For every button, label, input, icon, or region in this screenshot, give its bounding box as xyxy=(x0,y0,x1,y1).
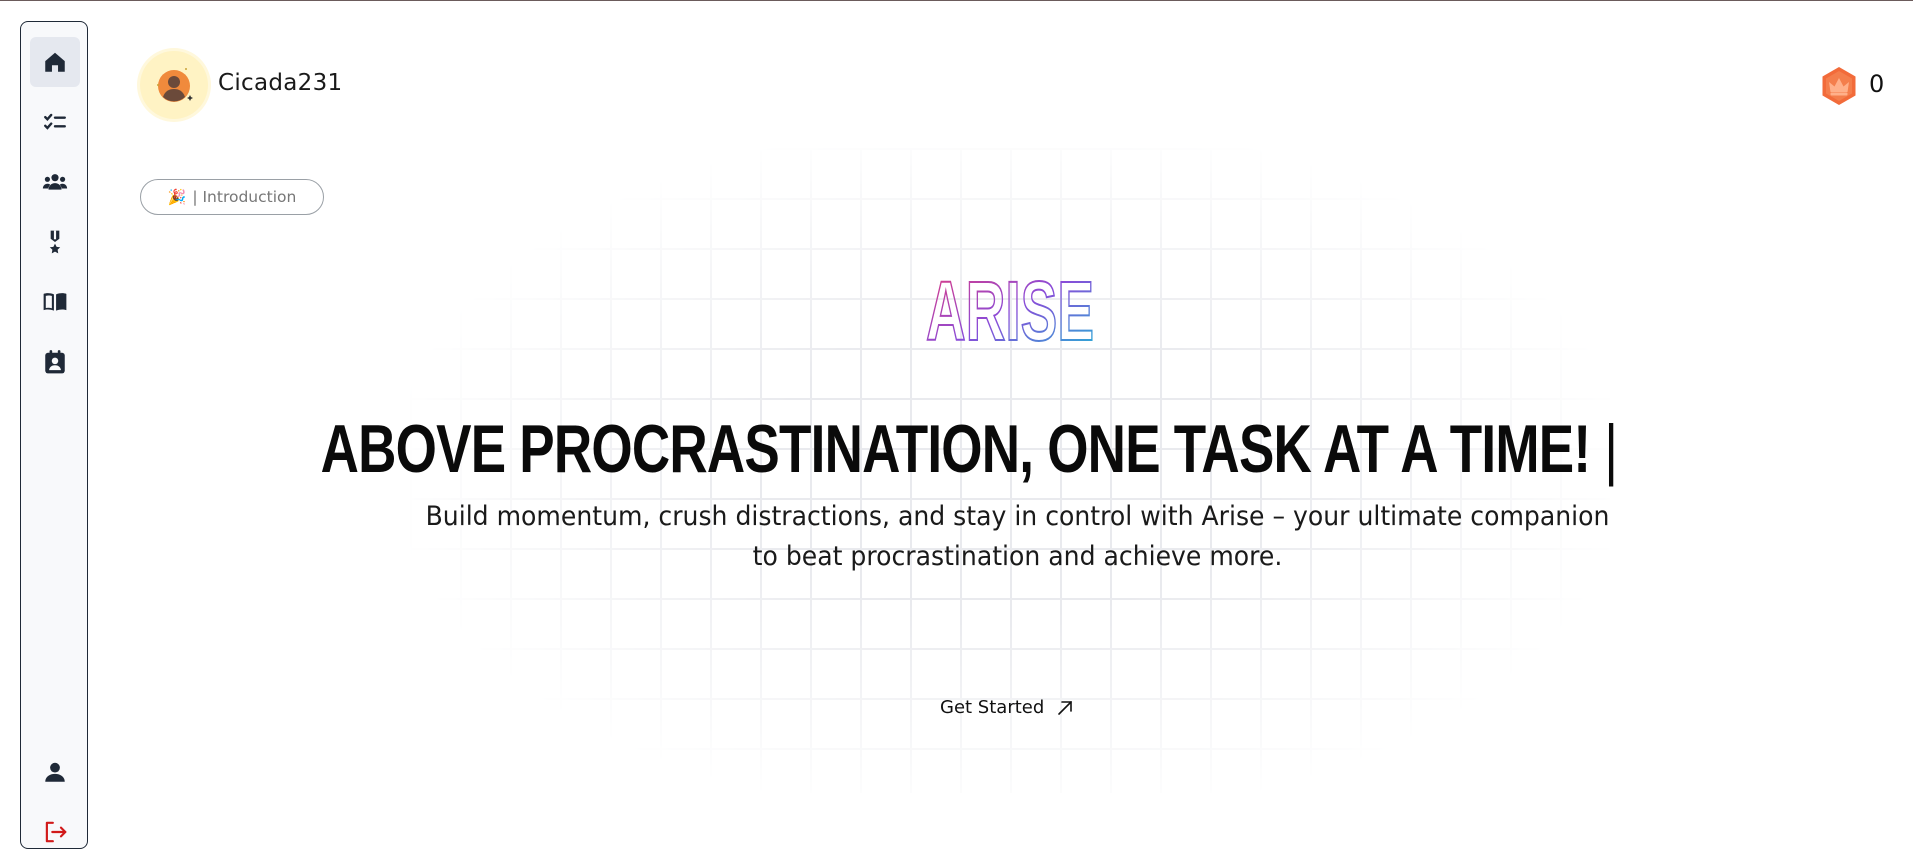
window-top-border xyxy=(0,0,1913,1)
introduction-tag[interactable]: 🎉 | Introduction xyxy=(140,179,324,215)
get-started-button[interactable]: Get Started xyxy=(940,697,1074,718)
sidebar-item-journal[interactable] xyxy=(30,277,80,327)
get-started-label: Get Started xyxy=(940,697,1045,718)
sidebar-item-achievements[interactable] xyxy=(30,217,80,267)
book-open-icon xyxy=(43,293,67,311)
avatar[interactable] xyxy=(140,51,208,119)
introduction-label: | Introduction xyxy=(192,188,297,206)
medal-icon xyxy=(49,230,61,254)
sidebar-item-logout[interactable] xyxy=(30,807,80,857)
logo-text: ARISE xyxy=(926,264,1094,350)
typing-caret: | xyxy=(1604,411,1618,487)
hero-subtitle-line-2: to beat procrastination and achieve more… xyxy=(752,541,1283,572)
checklist-icon xyxy=(44,113,66,130)
logout-icon xyxy=(45,821,67,843)
users-icon xyxy=(42,174,68,190)
hero-subtitle: Build momentum, crush distractions, and … xyxy=(425,497,1611,577)
hero-subtitle-line-1: Build momentum, crush distractions, and … xyxy=(425,501,1610,532)
sidebar-item-community[interactable] xyxy=(30,157,80,207)
username: Cicada231 xyxy=(218,70,343,96)
arise-logo: ARISE xyxy=(925,263,1095,350)
sidebar-item-profile[interactable] xyxy=(30,747,80,797)
sidebar xyxy=(20,21,88,849)
coin-count: 0 xyxy=(1869,70,1885,98)
hero-headline-text: ABOVE PROCRASTINATION, ONE TASK AT A TIM… xyxy=(320,411,1591,487)
hero-headline: ABOVE PROCRASTINATION, ONE TASK AT A TIM… xyxy=(223,405,1715,493)
arrow-up-right-icon xyxy=(1058,700,1073,715)
sidebar-item-planner[interactable] xyxy=(30,337,80,387)
home-icon xyxy=(45,52,65,72)
sidebar-item-tasks[interactable] xyxy=(30,97,80,147)
contact-calendar-icon xyxy=(45,350,65,374)
avatar-icon xyxy=(157,68,193,102)
party-popper-icon: 🎉 xyxy=(167,188,187,206)
sidebar-item-home[interactable] xyxy=(30,37,80,87)
crown-badge-icon xyxy=(1822,67,1856,105)
user-icon xyxy=(45,762,65,782)
